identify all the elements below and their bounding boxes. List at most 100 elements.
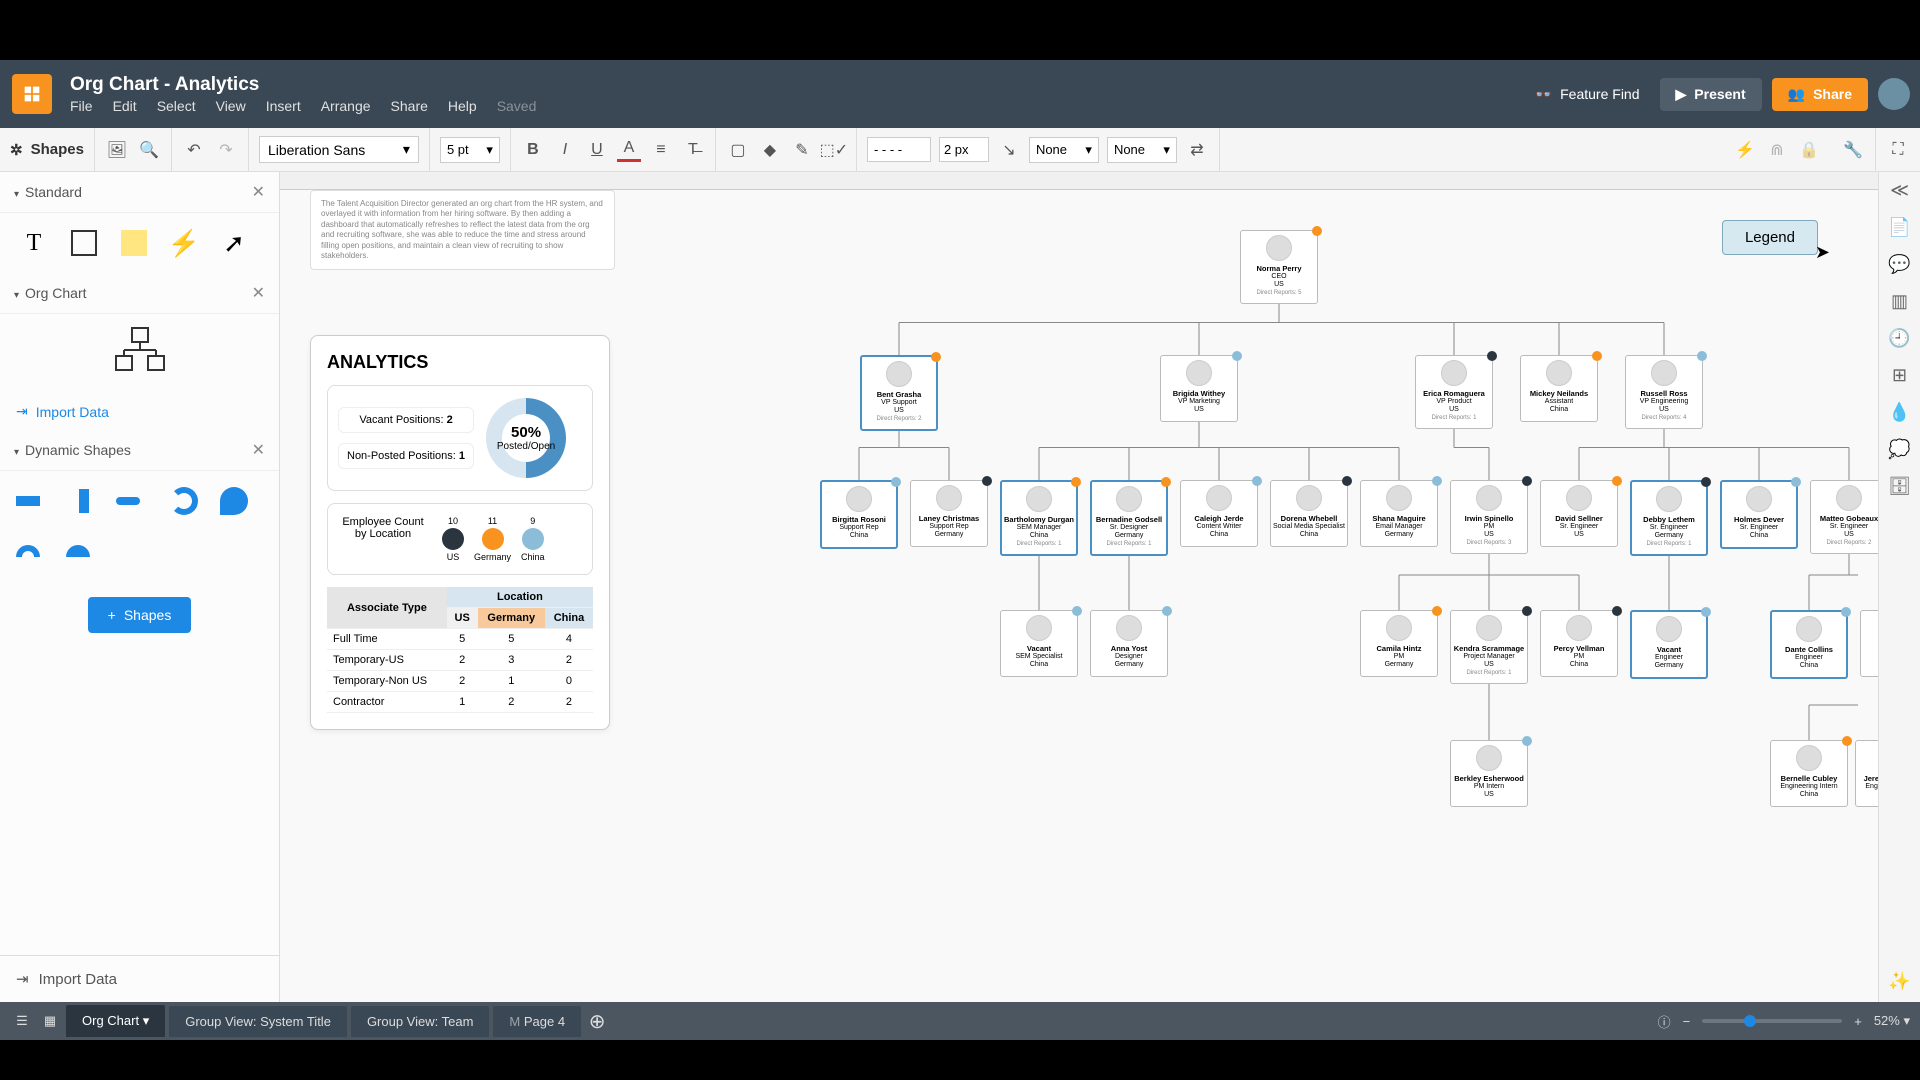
chat-icon[interactable]: 💭: [1888, 439, 1910, 460]
zoom-slider[interactable]: [1702, 1019, 1842, 1023]
document-title[interactable]: Org Chart - Analytics: [70, 74, 536, 96]
bar-shape-3[interactable]: [116, 483, 152, 519]
analytics-panel[interactable]: ANALYTICS Vacant Positions: 2 Non-Posted…: [310, 335, 610, 730]
org-node[interactable]: Laney ChristmasSupport RepGermany: [910, 480, 988, 547]
droplet-icon[interactable]: 💧: [1888, 402, 1910, 423]
wand-icon[interactable]: ✨: [1888, 971, 1910, 992]
org-node[interactable]: Bartholomy DurganSEM ManagerChinaDirect …: [1000, 480, 1078, 556]
zoom-in-button[interactable]: +: [1854, 1014, 1862, 1029]
legend-button[interactable]: Legend: [1722, 220, 1818, 255]
org-node[interactable]: Kendra ScrammageProject ManagerUSDirect …: [1450, 610, 1528, 684]
org-node[interactable]: Mickey NeilandsAssistantChina: [1520, 355, 1598, 422]
menu-insert[interactable]: Insert: [266, 98, 301, 114]
tab-orgchart[interactable]: Org Chart ▾: [66, 1005, 165, 1037]
org-node[interactable]: Dante CollinsEngineerChina: [1770, 610, 1848, 679]
data-icon[interactable]: ⊞: [1892, 365, 1907, 386]
bar-shape-2[interactable]: [66, 483, 102, 519]
org-node[interactable]: David SellnerSr. EngineerUS: [1540, 480, 1618, 547]
fill-icon[interactable]: ◆: [758, 138, 782, 162]
database-icon[interactable]: 🗄: [1888, 476, 1911, 497]
org-node[interactable]: Bernadine GodsellSr. DesignerGermanyDire…: [1090, 480, 1168, 556]
org-node[interactable]: Debby LethemSr. EngineerGermanyDirect Re…: [1630, 480, 1708, 556]
org-node[interactable]: Jeremiah OaktonEngineering InternGermany: [1855, 740, 1878, 807]
collapse-icon[interactable]: ≪: [1890, 180, 1909, 201]
history-icon[interactable]: 🕘: [1888, 328, 1910, 349]
accessibility-icon[interactable]: ⓘ: [1658, 1012, 1671, 1031]
swap-icon[interactable]: ⇄: [1185, 138, 1209, 162]
org-node[interactable]: VacantEngineerGermany: [1630, 610, 1708, 679]
redo-icon[interactable]: ↷: [214, 138, 238, 162]
text-shape[interactable]: T: [16, 225, 52, 261]
app-logo[interactable]: [12, 74, 52, 114]
border-icon[interactable]: ▢: [726, 138, 750, 162]
import-data-link[interactable]: ⇥ Import Data: [0, 393, 279, 430]
magnet-icon[interactable]: ⋒: [1765, 138, 1789, 162]
org-node[interactable]: Dorena WhebellSocial Media SpecialistChi…: [1270, 480, 1348, 547]
arrow-shape[interactable]: ➚: [216, 225, 252, 261]
tab-group-team[interactable]: Group View: Team: [351, 1006, 489, 1037]
bolt-shape[interactable]: ⚡: [166, 225, 202, 261]
org-node[interactable]: Anna YostDesignerGermany: [1090, 610, 1168, 677]
arc-shape-1[interactable]: [16, 533, 52, 569]
line-style-select[interactable]: - - - -: [867, 137, 931, 162]
text-color-button[interactable]: A: [617, 138, 641, 162]
tab-page4[interactable]: M Page 4: [493, 1006, 581, 1037]
menu-share[interactable]: Share: [391, 98, 428, 114]
undo-icon[interactable]: ↶: [182, 138, 206, 162]
share-button[interactable]: 👥 Share: [1772, 78, 1868, 111]
canvas[interactable]: The Talent Acquisition Director generate…: [280, 172, 1878, 1002]
rect-shape[interactable]: [66, 225, 102, 261]
org-node[interactable]: VacantSEM SpecialistChina: [1000, 610, 1078, 677]
underline-button[interactable]: U: [585, 138, 609, 162]
fullscreen-icon[interactable]: ⛶: [1886, 138, 1910, 162]
org-node[interactable]: Bernelle CubleyEngineering InternChina: [1770, 740, 1848, 807]
org-node[interactable]: Irwin SpinelloPMUSDirect Reports: 3: [1450, 480, 1528, 554]
menu-select[interactable]: Select: [157, 98, 196, 114]
line-type-icon[interactable]: ↘: [997, 138, 1021, 162]
orgchart-section-header[interactable]: ▾Org Chart ✕: [0, 273, 279, 314]
bottom-import-data[interactable]: ⇥ Import Data: [0, 955, 279, 1002]
tab-group-system[interactable]: Group View: System Title: [169, 1006, 347, 1037]
close-icon[interactable]: ✕: [252, 440, 265, 460]
menu-view[interactable]: View: [216, 98, 246, 114]
donut-shape-1[interactable]: [166, 483, 202, 519]
zoom-out-button[interactable]: −: [1683, 1014, 1691, 1029]
close-icon[interactable]: ✕: [252, 182, 265, 202]
slides-icon[interactable]: ▥: [1891, 291, 1908, 312]
org-node[interactable]: Phil AcresEngineerChina: [1860, 610, 1878, 677]
italic-button[interactable]: I: [553, 138, 577, 162]
present-button[interactable]: ▶ Present: [1660, 78, 1762, 111]
page-icon[interactable]: 📄: [1888, 217, 1910, 238]
font-size-select[interactable]: 5 pt▾: [440, 137, 500, 163]
line-width-select[interactable]: 2 px: [939, 137, 989, 162]
org-node[interactable]: Caleigh JerdeContent WriterChina: [1180, 480, 1258, 547]
donut-shape-2[interactable]: [216, 483, 252, 519]
orgchart-shape-icon[interactable]: [110, 326, 170, 376]
feature-find-button[interactable]: 👓 Feature Find: [1525, 80, 1650, 109]
org-node[interactable]: Percy VellmanPMChina: [1540, 610, 1618, 677]
bolt-icon[interactable]: ⚡: [1733, 138, 1757, 162]
org-node[interactable]: Norma PerryCEOUSDirect Reports: 5: [1240, 230, 1318, 304]
align-button[interactable]: ≡: [649, 138, 673, 162]
arrow-end-select[interactable]: None▾: [1107, 137, 1177, 163]
comment-icon[interactable]: 💬: [1888, 254, 1910, 275]
org-node[interactable]: Erica RomagueraVP ProductUSDirect Report…: [1415, 355, 1493, 429]
lock-icon[interactable]: 🔒: [1797, 138, 1821, 162]
org-node[interactable]: Bent GrashaVP SupportUSDirect Reports: 2: [860, 355, 938, 431]
grid-view-icon[interactable]: ▦: [38, 1009, 62, 1033]
standard-section-header[interactable]: ▾Standard ✕: [0, 172, 279, 213]
image-icon[interactable]: 🖼: [105, 138, 129, 162]
org-node[interactable]: Camila HintzPMGermany: [1360, 610, 1438, 677]
add-page-button[interactable]: ⊕: [585, 1009, 609, 1033]
description-box[interactable]: The Talent Acquisition Director generate…: [310, 190, 615, 270]
org-node[interactable]: Holmes DeverSr. EngineerChina: [1720, 480, 1798, 549]
search-icon[interactable]: 🔍: [137, 138, 161, 162]
shapes-panel-toggle[interactable]: ✲ Shapes: [10, 141, 84, 159]
font-family-select[interactable]: Liberation Sans▾: [259, 136, 419, 163]
add-shapes-button[interactable]: + Shapes: [88, 597, 192, 633]
org-node[interactable]: Shana MaguireEmail ManagerGermany: [1360, 480, 1438, 547]
menu-help[interactable]: Help: [448, 98, 477, 114]
menu-arrange[interactable]: Arrange: [321, 98, 371, 114]
list-view-icon[interactable]: ☰: [10, 1009, 34, 1033]
line-icon[interactable]: ✎: [790, 138, 814, 162]
